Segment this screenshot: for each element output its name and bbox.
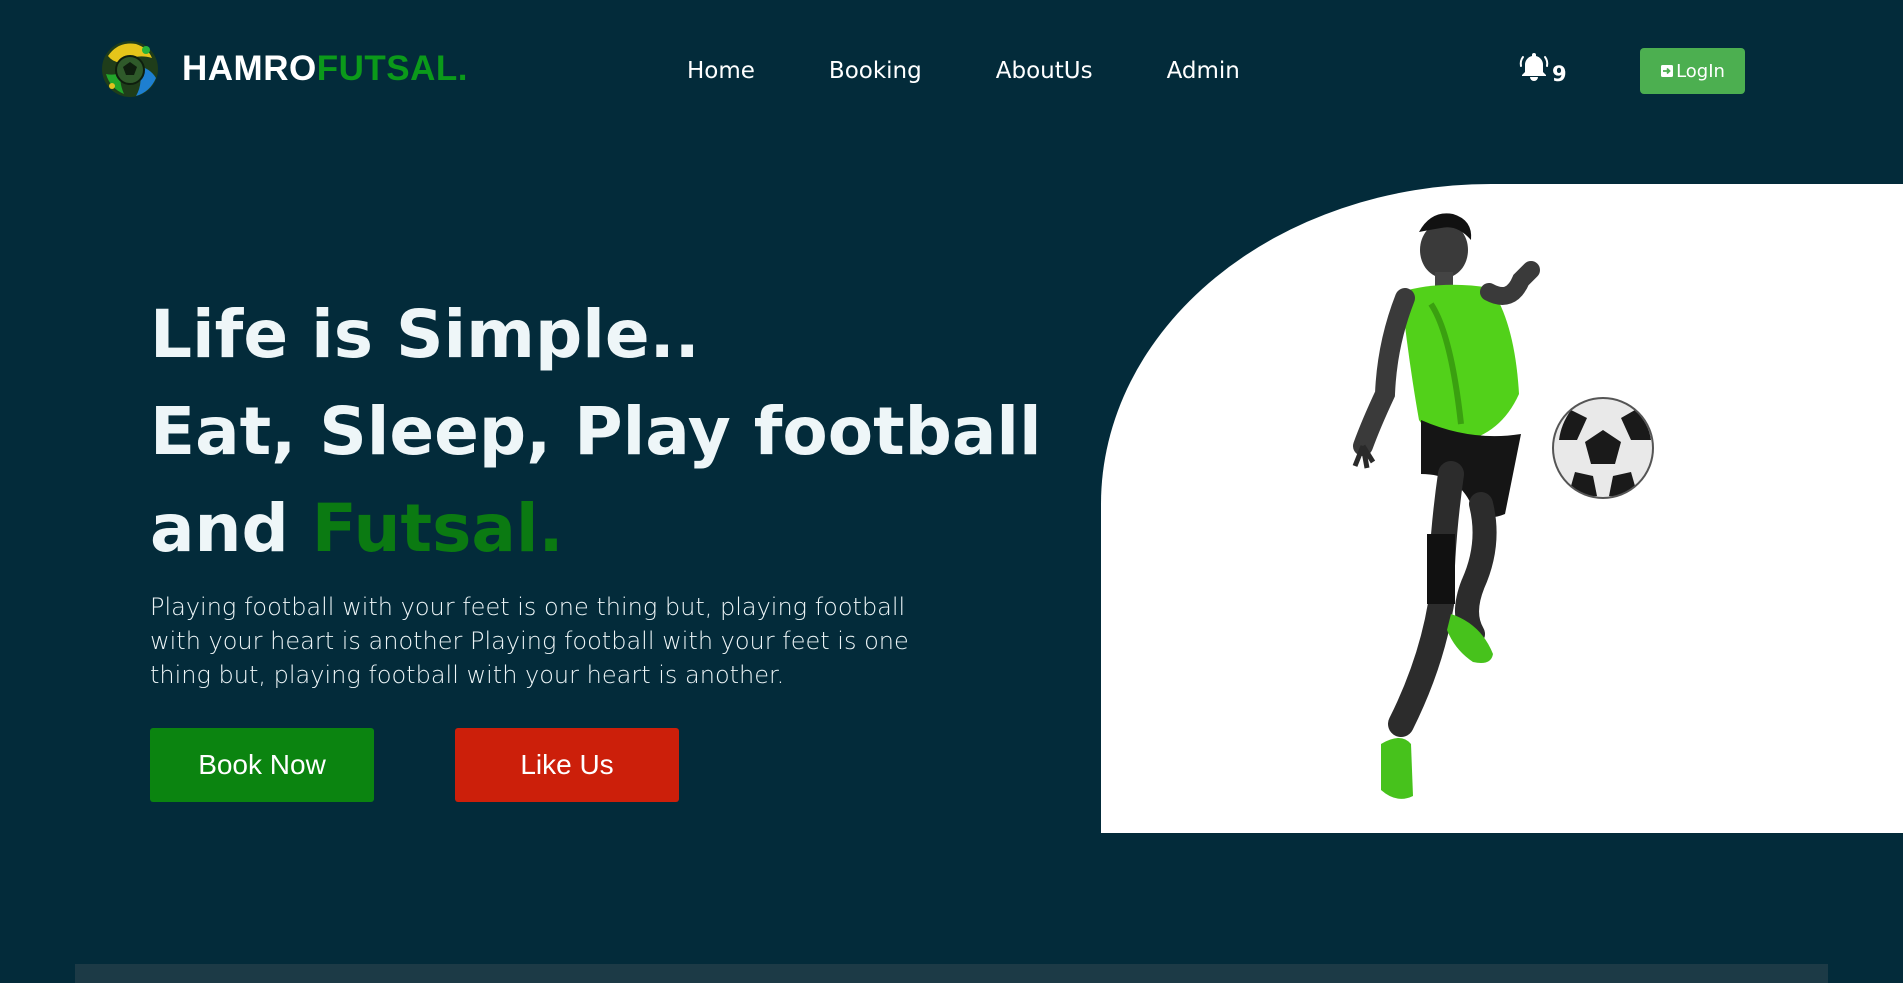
bell-icon	[1519, 53, 1549, 81]
hero-title-line3: and Futsal.	[150, 480, 1042, 577]
like-us-button[interactable]: Like Us	[455, 728, 679, 802]
page: HAMROFUTSAL. Home Booking AboutUs Admin …	[0, 0, 1903, 983]
main-nav: Home Booking AboutUs Admin	[687, 58, 1240, 84]
nav-admin[interactable]: Admin	[1167, 58, 1240, 84]
notification-count: 9	[1552, 62, 1567, 86]
section-divider	[75, 964, 1828, 983]
hero-title-line1: Life is Simple..	[150, 296, 700, 373]
brand-name-part1: HAMRO	[182, 49, 317, 88]
soccer-ball-logo-icon	[102, 41, 158, 97]
football-player-image	[1352, 213, 1654, 799]
login-icon	[1661, 65, 1674, 77]
hero-image-panel	[1101, 184, 1903, 833]
hero-title: Life is Simple.. Eat, Sleep, Play footba…	[150, 286, 1042, 577]
brand-name-part2: FUTSAL.	[316, 49, 468, 88]
brand-logo[interactable]: HAMROFUTSAL.	[98, 36, 468, 102]
book-now-button[interactable]: Book Now	[150, 728, 374, 802]
hero-title-line2: Eat, Sleep, Play football	[150, 393, 1042, 470]
login-label: LogIn	[1676, 60, 1725, 82]
login-button[interactable]: LogIn	[1640, 48, 1745, 94]
hero-title-line3-prefix: and	[150, 490, 312, 567]
nav-home[interactable]: Home	[687, 58, 755, 84]
notification-button[interactable]: 9	[1518, 50, 1567, 86]
hero-title-highlight: Futsal.	[311, 490, 564, 567]
nav-aboutus[interactable]: AboutUs	[996, 58, 1093, 84]
hero-description: Playing football with your feet is one t…	[150, 593, 909, 689]
nav-booking[interactable]: Booking	[829, 58, 922, 84]
brand-name: HAMROFUTSAL.	[182, 49, 468, 89]
